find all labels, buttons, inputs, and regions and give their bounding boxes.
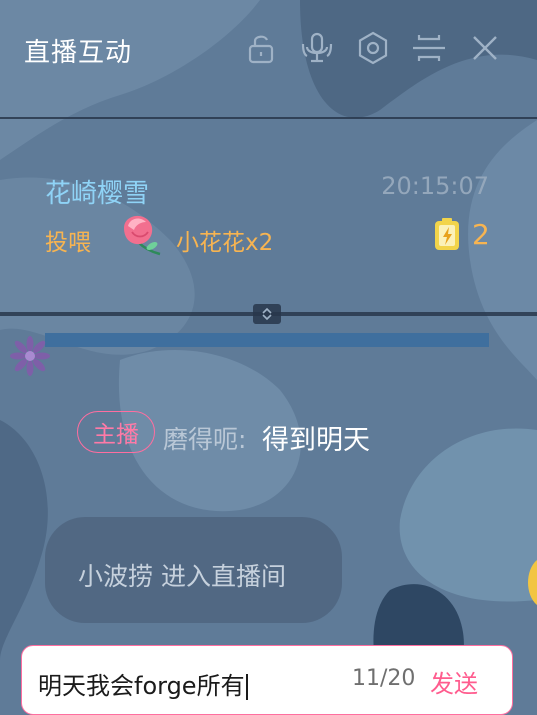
chat-message-text: 得到明天 [262,425,370,456]
chat-sender-name[interactable]: 磨得呃: [163,420,246,456]
gift-battery-count: 2 [472,218,490,251]
live-interaction-panel: 直播互动 花崎樱雪 20:15:07 投喂 小花花x2 2 主播 磨得呃: 得到… [0,0,537,715]
message-input-box[interactable]: 明天我会forge所有 11/20 发送 [21,645,513,715]
gift-item-name: 小花花x2 [176,230,274,256]
purple-flower-icon [10,336,50,376]
gift-action-label: 投喂 [45,230,91,256]
host-badge: 主播 [77,411,155,453]
rose-flower-icon [124,215,161,256]
enter-notice-text: 小波捞 进入直播间 [78,562,286,591]
send-button[interactable]: 发送 [430,664,478,699]
close-icon[interactable] [465,28,505,68]
text-caret [245,674,248,700]
message-input-text[interactable]: 明天我会forge所有 [38,672,245,700]
panel-header: 直播互动 [0,0,537,118]
collapse-handle[interactable] [253,304,281,324]
message-input-value[interactable]: 明天我会forge所有 [38,666,248,701]
settings-hexagon-icon[interactable] [353,28,393,68]
compress-icon[interactable] [409,28,449,68]
highlight-bar [45,333,489,347]
panel-title: 直播互动 [24,38,133,68]
lock-icon[interactable] [241,28,281,68]
gift-timestamp: 20:15:07 [381,172,489,200]
microphone-icon[interactable] [297,28,337,68]
character-counter: 11/20 [352,666,416,691]
header-divider [0,117,537,119]
expand-chevrons-icon [262,307,272,321]
gift-sender-name[interactable]: 花崎樱雪 [45,173,149,210]
battery-icon [435,218,459,250]
